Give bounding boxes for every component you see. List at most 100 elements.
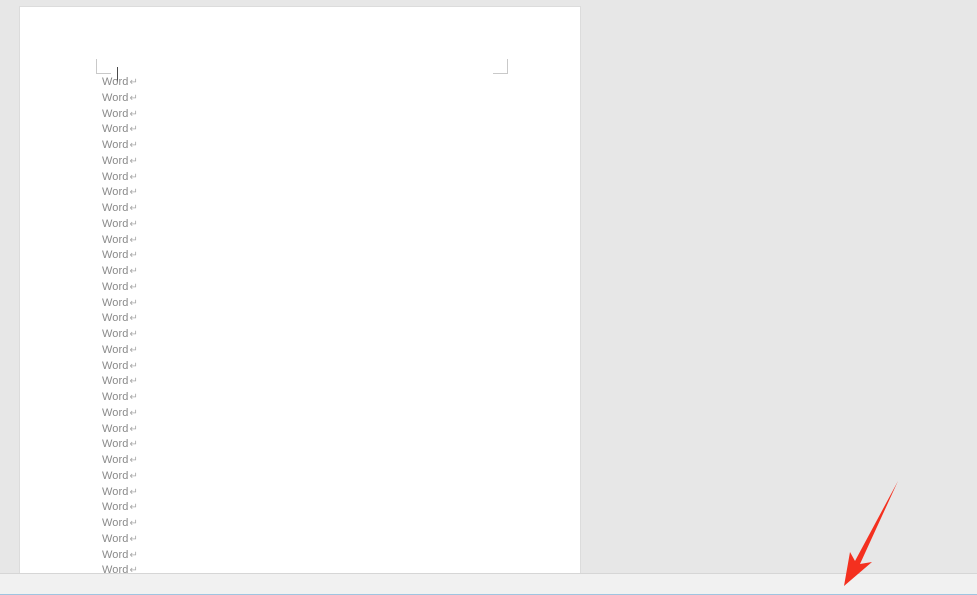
document-line-text: Word — [102, 532, 129, 545]
paragraph-mark-icon: ↵ — [129, 187, 138, 199]
paragraph-mark-icon: ↵ — [129, 439, 138, 451]
document-line[interactable]: Word↵ — [102, 296, 502, 312]
paragraph-mark-icon: ↵ — [129, 108, 138, 120]
document-line-text: Word — [102, 343, 129, 356]
document-line[interactable]: Word↵ — [102, 264, 502, 280]
paragraph-mark-icon: ↵ — [129, 297, 138, 309]
document-line-text: Word — [102, 280, 129, 293]
document-line[interactable]: Word↵ — [102, 548, 502, 564]
document-line-text: Word — [102, 422, 129, 435]
document-line[interactable]: Word↵ — [102, 201, 502, 217]
document-line[interactable]: Word↵ — [102, 217, 502, 233]
document-line-text: Word — [102, 154, 129, 167]
document-line-text: Word — [102, 469, 129, 482]
paragraph-mark-icon: ↵ — [129, 203, 138, 214]
document-line-text: Word — [102, 139, 129, 151]
document-line-text: Word — [102, 312, 129, 325]
document-text-body[interactable]: Word↵ Word↵ Word↵ Word↵ Word↵ Word↵ Word↵ Word↵… — [102, 75, 502, 573]
document-line[interactable]: Word↵ — [102, 327, 502, 343]
margin-corner-top-left-icon — [96, 59, 111, 74]
paragraph-mark-icon: ↵ — [129, 124, 138, 136]
document-line[interactable]: Word↵ — [102, 516, 502, 532]
document-line[interactable]: Word↵ — [102, 563, 502, 573]
paragraph-mark-icon: ↵ — [129, 565, 138, 573]
document-line[interactable]: Word↵ — [102, 359, 502, 375]
document-line[interactable]: Word↵ — [102, 422, 502, 438]
paragraph-mark-icon: ↵ — [129, 455, 138, 466]
document-line-text: Word — [102, 548, 129, 561]
paragraph-mark-icon: ↵ — [129, 171, 138, 183]
document-line[interactable]: Word↵ — [102, 185, 502, 201]
document-line-text: Word — [102, 517, 129, 529]
paragraph-mark-icon: ↵ — [129, 470, 138, 482]
document-line[interactable]: Word↵ — [102, 248, 502, 264]
document-line[interactable]: Word↵ — [102, 233, 502, 249]
paragraph-mark-icon: ↵ — [129, 329, 138, 340]
paragraph-mark-icon: ↵ — [129, 486, 138, 498]
document-line[interactable]: Word↵ — [102, 390, 502, 406]
paragraph-mark-icon: ↵ — [129, 360, 138, 372]
margin-corner-top-right-icon — [493, 59, 508, 74]
document-line-text: Word — [102, 406, 129, 419]
paragraph-mark-icon: ↵ — [129, 281, 138, 293]
document-line-text: Word — [102, 454, 129, 466]
document-line[interactable]: Word↵ — [102, 437, 502, 453]
document-line[interactable]: Word↵ — [102, 91, 502, 107]
document-line[interactable]: Word↵ — [102, 485, 502, 501]
document-canvas[interactable]: Word↵ Word↵ Word↵ Word↵ Word↵ Word↵ Word↵ Word↵… — [0, 0, 977, 573]
document-line[interactable]: Word↵ — [102, 122, 502, 138]
document-line[interactable]: Word↵ — [102, 280, 502, 296]
document-line-text: Word — [102, 265, 129, 277]
paragraph-mark-icon: ↵ — [129, 392, 138, 403]
word-document-window: Word↵ Word↵ Word↵ Word↵ Word↵ Word↵ Word↵ Word↵… — [0, 0, 977, 595]
document-line-text: Word — [102, 76, 129, 88]
paragraph-mark-icon: ↵ — [129, 407, 138, 419]
document-line-text: Word — [102, 233, 129, 246]
document-line[interactable]: Word↵ — [102, 500, 502, 516]
document-line[interactable]: Word↵ — [102, 343, 502, 359]
paragraph-mark-icon: ↵ — [129, 376, 138, 388]
document-line-text: Word — [102, 186, 129, 199]
document-line-text: Word — [102, 501, 129, 514]
document-line[interactable]: Word↵ — [102, 107, 502, 123]
document-line[interactable]: Word↵ — [102, 469, 502, 485]
document-line-text: Word — [102, 91, 129, 104]
paragraph-mark-icon: ↵ — [129, 234, 138, 246]
paragraph-mark-icon: ↵ — [129, 313, 138, 325]
document-line-text: Word — [102, 202, 129, 214]
document-line[interactable]: Word↵ — [102, 75, 502, 91]
document-line-text: Word — [102, 375, 129, 388]
document-line[interactable]: Word↵ — [102, 532, 502, 548]
paragraph-mark-icon: ↵ — [129, 77, 138, 88]
document-line-text: Word — [102, 359, 129, 372]
document-line-text: Word — [102, 296, 129, 309]
document-line[interactable]: Word↵ — [102, 138, 502, 154]
paragraph-mark-icon: ↵ — [129, 518, 138, 529]
document-line-text: Word — [102, 391, 129, 403]
paragraph-mark-icon: ↵ — [129, 218, 138, 230]
paragraph-mark-icon: ↵ — [129, 155, 138, 167]
document-line[interactable]: Word↵ — [102, 170, 502, 186]
document-line[interactable]: Word↵ — [102, 311, 502, 327]
document-line[interactable]: Word↵ — [102, 154, 502, 170]
document-line-text: Word — [102, 564, 129, 573]
paragraph-mark-icon: ↵ — [129, 344, 138, 356]
paragraph-mark-icon: ↵ — [129, 533, 138, 545]
document-line-text: Word — [102, 328, 129, 340]
status-bar: 中 — [0, 573, 977, 595]
paragraph-mark-icon: ↵ — [129, 549, 138, 561]
document-line-text: Word — [102, 249, 129, 262]
document-line-text: Word — [102, 485, 129, 498]
document-page[interactable]: Word↵ Word↵ Word↵ Word↵ Word↵ Word↵ Word↵ Word↵… — [20, 7, 580, 573]
document-line-text: Word — [102, 123, 129, 136]
document-line[interactable]: Word↵ — [102, 406, 502, 422]
document-line-text: Word — [102, 217, 129, 230]
paragraph-mark-icon: ↵ — [129, 266, 138, 277]
document-line[interactable]: Word↵ — [102, 453, 502, 469]
document-line-text: Word — [102, 107, 129, 120]
document-line-text: Word — [102, 438, 129, 451]
document-line[interactable]: Word↵ — [102, 374, 502, 390]
paragraph-mark-icon: ↵ — [129, 92, 138, 104]
paragraph-mark-icon: ↵ — [129, 423, 138, 435]
paragraph-mark-icon: ↵ — [129, 140, 138, 151]
